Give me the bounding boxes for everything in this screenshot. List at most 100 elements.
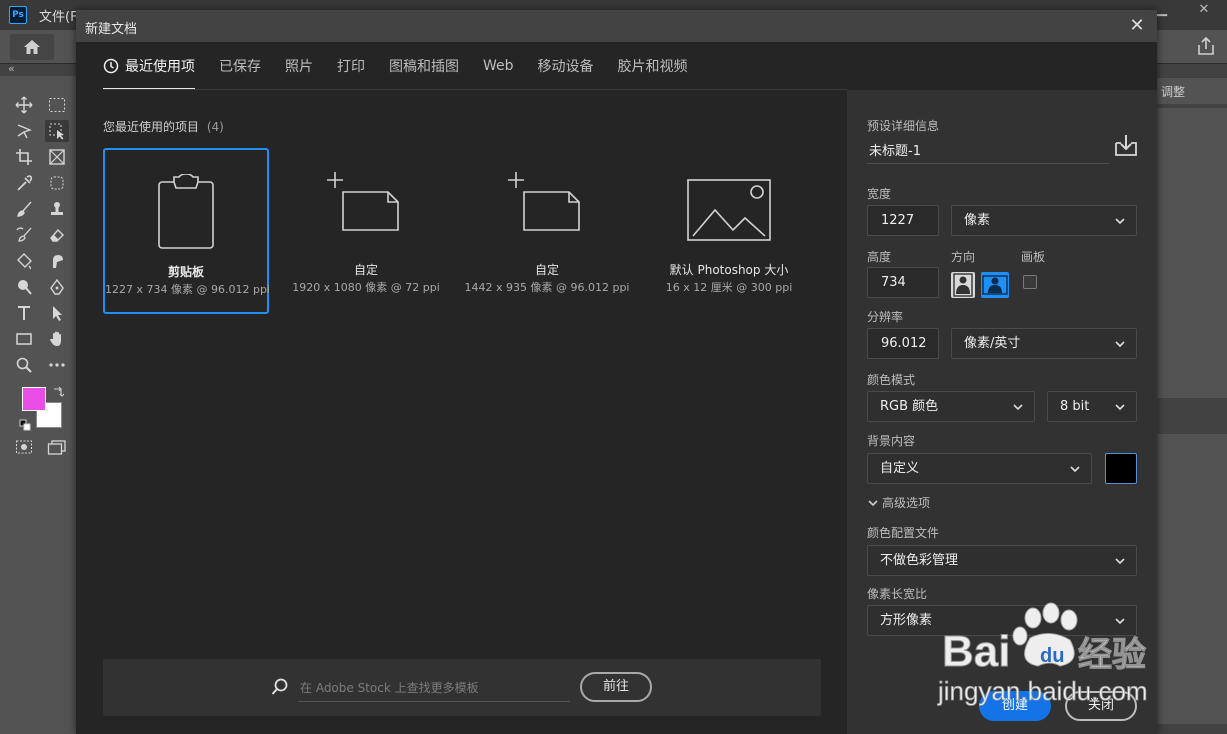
adjustments-panel xyxy=(1157,108,1227,398)
height-input[interactable]: 734 xyxy=(867,267,939,298)
recent-items-title: 您最近使用的项目 xyxy=(103,120,200,134)
color-profile-label: 颜色配置文件 xyxy=(867,526,940,540)
tab-print[interactable]: 打印 xyxy=(337,42,365,90)
landscape-orientation-icon[interactable] xyxy=(981,272,1009,298)
share-icon[interactable] xyxy=(1195,35,1217,57)
recent-item-clipboard[interactable]: 剪贴板 1227 x 734 像素 @ 96.012 ppi xyxy=(103,148,270,314)
pixel-aspect-select[interactable]: 方形像素 xyxy=(867,605,1137,636)
gradient-tool-icon[interactable] xyxy=(12,250,36,272)
default-colors-icon[interactable] xyxy=(19,416,31,431)
ps-logo: Ps xyxy=(9,6,27,24)
rectangle-tool-icon[interactable] xyxy=(12,328,36,350)
advanced-options-label: 高级选项 xyxy=(882,496,931,510)
width-input[interactable]: 1227 xyxy=(867,205,939,236)
eyedropper-tool-icon[interactable] xyxy=(12,172,36,194)
save-preset-icon[interactable] xyxy=(1113,133,1139,159)
color-profile-select[interactable]: 不做色彩管理 xyxy=(867,545,1137,576)
width-label: 宽度 xyxy=(867,187,892,201)
new-document-dialog: 新建文档 ✕ 最近使用项 已保存 照片 打印 图稿和插图 Web 移动设备 胶片… xyxy=(76,10,1157,734)
crop-tool-icon[interactable] xyxy=(12,146,36,168)
adjustments-tab[interactable]: 调整 xyxy=(1157,78,1227,104)
swap-colors-icon[interactable] xyxy=(52,383,65,397)
history-brush-tool-icon[interactable] xyxy=(12,224,36,246)
tab-saved[interactable]: 已保存 xyxy=(219,42,261,90)
preset-name-field[interactable]: 未标题-1 xyxy=(867,134,1109,164)
preset-details-panel: 预设详细信息 未标题-1 宽度 1227 像素 高度 方向 画板 734 分辨率 xyxy=(847,90,1157,734)
chevron-down-icon xyxy=(1013,404,1023,411)
advanced-options-toggle[interactable]: 高级选项 xyxy=(867,494,930,511)
portrait-orientation-icon[interactable] xyxy=(951,272,975,298)
resolution-input[interactable]: 96.012 xyxy=(867,328,939,359)
card-subtitle: 1442 x 935 像素 @ 96.012 ppi xyxy=(464,281,630,294)
custom-document-icon xyxy=(283,172,449,248)
pixel-aspect-label: 像素长宽比 xyxy=(867,587,928,601)
background-contents-label: 背景内容 xyxy=(867,434,916,448)
screen-mode-icon[interactable] xyxy=(45,436,69,458)
marquee-tool-icon[interactable] xyxy=(45,94,69,116)
recent-item-default-photoshop[interactable]: 默认 Photoshop 大小 16 x 12 厘米 @ 300 ppi xyxy=(646,148,812,314)
recent-item-custom-1[interactable]: 自定 1920 x 1080 像素 @ 72 ppi xyxy=(283,148,449,314)
artboard-checkbox[interactable] xyxy=(1023,275,1037,289)
tab-film-video[interactable]: 胶片和视频 xyxy=(618,42,688,90)
card-title: 剪贴板 xyxy=(167,265,204,279)
stock-search-input[interactable] xyxy=(298,674,570,702)
create-button[interactable]: 创建 xyxy=(979,691,1051,721)
width-unit-value: 像素 xyxy=(964,213,991,228)
home-icon xyxy=(24,40,40,54)
background-color-picker[interactable] xyxy=(1105,453,1137,484)
stock-go-button[interactable]: 前往 xyxy=(580,672,652,702)
toolbar-header: « xyxy=(0,62,76,76)
bit-depth-select[interactable]: 8 bit xyxy=(1047,391,1137,422)
resolution-unit-select[interactable]: 像素/英寸 xyxy=(951,328,1137,359)
foreground-color-swatch[interactable] xyxy=(22,387,46,411)
tab-web[interactable]: Web xyxy=(483,42,514,90)
recent-items-count: (4) xyxy=(206,120,224,134)
home-button[interactable] xyxy=(10,34,54,60)
tab-recent[interactable]: 最近使用项 xyxy=(103,42,195,90)
spot-healing-tool-icon[interactable] xyxy=(45,172,69,194)
dialog-close-icon[interactable]: ✕ xyxy=(1125,14,1149,38)
color-mode-select[interactable]: RGB 颜色 xyxy=(867,391,1035,422)
brush-tool-icon[interactable] xyxy=(12,198,36,220)
card-subtitle: 1227 x 734 像素 @ 96.012 ppi xyxy=(105,283,270,296)
close-button[interactable]: 关闭 xyxy=(1065,691,1137,721)
custom-document-icon xyxy=(464,172,630,248)
type-tool-icon[interactable] xyxy=(12,302,36,324)
layers-panel-header xyxy=(1157,404,1227,432)
card-subtitle: 1920 x 1080 像素 @ 72 ppi xyxy=(292,281,440,294)
clone-stamp-tool-icon[interactable] xyxy=(45,198,69,220)
frame-tool-icon[interactable] xyxy=(45,146,69,168)
recent-item-custom-2[interactable]: 自定 1442 x 935 像素 @ 96.012 ppi xyxy=(464,148,630,314)
resolution-label: 分辨率 xyxy=(867,310,904,324)
close-window-icon[interactable]: ✕ xyxy=(1194,2,1214,18)
tab-recent-label: 最近使用项 xyxy=(125,59,195,75)
lasso-tool-icon[interactable] xyxy=(12,120,36,142)
clipboard-icon xyxy=(105,174,267,250)
width-unit-select[interactable]: 像素 xyxy=(951,205,1137,236)
object-selection-tool-icon[interactable] xyxy=(45,120,69,142)
orientation-label: 方向 xyxy=(951,250,976,264)
background-contents-select[interactable]: 自定义 xyxy=(867,453,1092,484)
collapse-icon[interactable]: « xyxy=(8,62,15,75)
quick-mask-icon[interactable] xyxy=(12,436,36,458)
tab-art-illustration[interactable]: 图稿和插图 xyxy=(389,42,459,90)
hand-tool-icon[interactable] xyxy=(45,328,69,350)
tab-mobile[interactable]: 移动设备 xyxy=(538,42,594,90)
tab-photo[interactable]: 照片 xyxy=(285,42,313,90)
smudge-tool-icon[interactable] xyxy=(45,250,69,272)
chevron-down-icon xyxy=(1070,466,1080,473)
adobe-stock-bar: 前往 xyxy=(103,659,821,716)
move-tool-icon[interactable] xyxy=(12,94,36,116)
chevron-down-icon xyxy=(1115,404,1125,411)
layers-panel xyxy=(1157,434,1227,724)
pen-tool-icon[interactable] xyxy=(45,276,69,298)
path-selection-tool-icon[interactable] xyxy=(45,302,69,324)
preset-tabs: 最近使用项 已保存 照片 打印 图稿和插图 Web 移动设备 胶片和视频 xyxy=(103,42,712,90)
recent-items-heading: 您最近使用的项目 (4) xyxy=(103,118,224,135)
dialog-titlebar: 新建文档 ✕ xyxy=(76,10,1157,42)
dodge-tool-icon[interactable] xyxy=(12,276,36,298)
more-tools-icon[interactable] xyxy=(45,354,69,376)
eraser-tool-icon[interactable] xyxy=(45,224,69,246)
zoom-tool-icon[interactable] xyxy=(12,354,36,376)
height-label: 高度 xyxy=(867,250,892,264)
